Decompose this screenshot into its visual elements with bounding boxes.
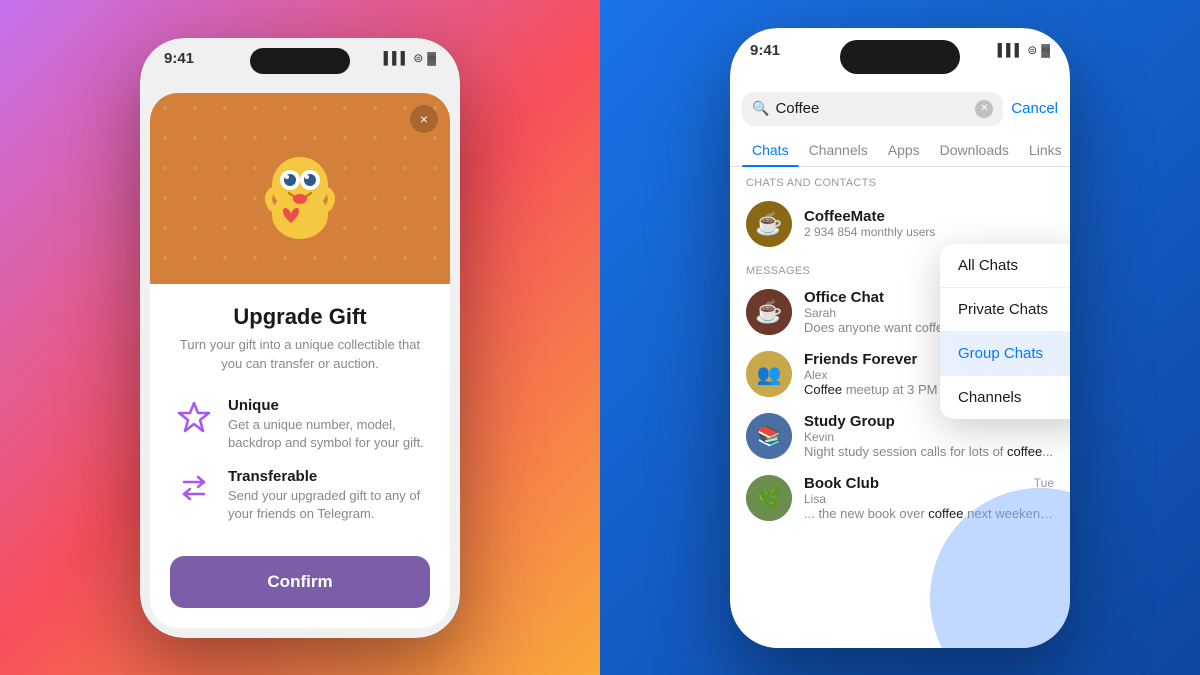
tab-downloads[interactable]: Downloads <box>930 134 1019 166</box>
chat-name-coffeemate: CoffeeMate <box>804 208 1054 225</box>
filter-dropdown: All Chats Private Chats Group Chats Chan… <box>940 244 1070 419</box>
close-icon: × <box>420 111 428 127</box>
gift-modal: × <box>150 93 450 628</box>
svg-text:🌿: 🌿 <box>757 486 782 510</box>
status-icons-left: ▌▌▌ ⊜ ▓ <box>384 51 436 65</box>
confirm-button[interactable]: Confirm <box>170 556 430 608</box>
gift-emoji <box>245 143 355 268</box>
wifi-icon-left: ⊜ <box>413 51 423 65</box>
chat-info-study: Study Group Kevin Night study session ca… <box>804 413 1054 459</box>
gift-title-section: Upgrade Gift Turn your gift into a uniqu… <box>150 284 450 380</box>
gift-feature-transferable: Transferable Send your upgraded gift to … <box>174 468 426 523</box>
chat-info-coffeemate: CoffeeMate 2 934 854 monthly users <box>804 208 1054 239</box>
phone-content: 🔍 Coffee ✕ Cancel Chats Channels Ap <box>730 84 1070 648</box>
unique-title: Unique <box>228 397 426 414</box>
chat-name-office: Office Chat <box>804 289 884 306</box>
svg-text:📚: 📚 <box>757 425 782 448</box>
unique-feature-text: Unique Get a unique number, model, backd… <box>228 397 426 452</box>
tab-chats[interactable]: Chats <box>742 134 799 166</box>
battery-icon-left: ▓ <box>427 51 436 65</box>
dropdown-all-chats[interactable]: All Chats <box>940 244 1070 288</box>
gift-feature-unique: Unique Get a unique number, model, backd… <box>174 397 426 452</box>
tab-links[interactable]: Links <box>1019 134 1070 166</box>
avatar-friends: 👥 <box>746 351 792 397</box>
left-panel: 9:41 ▌▌▌ ⊜ ▓ × <box>0 0 600 675</box>
search-cancel-button[interactable]: Cancel <box>1011 100 1058 117</box>
transferable-title: Transferable <box>228 468 426 485</box>
svg-text:👥: 👥 <box>757 364 782 386</box>
avatar-study: 📚 <box>746 413 792 459</box>
tabs-row: Chats Channels Apps Downloads Links <box>730 134 1070 167</box>
search-value: Coffee <box>775 100 969 117</box>
wifi-icon-right: ⊜ <box>1027 43 1037 57</box>
tab-channels[interactable]: Channels <box>799 134 878 166</box>
unique-description: Get a unique number, model, backdrop and… <box>228 416 426 452</box>
battery-icon-right: ▓ <box>1041 43 1050 57</box>
dynamic-island-right <box>840 40 960 74</box>
gift-features: Unique Get a unique number, model, backd… <box>150 381 450 556</box>
right-panel: 9:41 ▌▌▌ ⊜ ▓ 🔍 Coffee ✕ Cancel <box>600 0 1200 675</box>
status-icons-right: ▌▌▌ ⊜ ▓ <box>998 43 1050 57</box>
search-icon: 🔍 <box>752 100 769 117</box>
search-input-wrap[interactable]: 🔍 Coffee ✕ <box>742 92 1003 126</box>
svg-text:☕: ☕ <box>755 298 782 324</box>
dropdown-private-chats[interactable]: Private Chats <box>940 288 1070 332</box>
status-time-left: 9:41 <box>164 50 194 67</box>
tab-apps[interactable]: Apps <box>878 134 930 166</box>
avatar-office: ☕ <box>746 289 792 335</box>
chat-sender-study: Kevin <box>804 430 1054 444</box>
chat-sub-coffeemate: 2 934 854 monthly users <box>804 225 1054 239</box>
status-time-right: 9:41 <box>750 42 780 59</box>
gift-subtitle: Turn your gift into a unique collectible… <box>174 336 426 372</box>
dynamic-island-left <box>250 48 350 74</box>
gift-title: Upgrade Gift <box>174 304 426 330</box>
phone-left: 9:41 ▌▌▌ ⊜ ▓ × <box>140 38 460 638</box>
signal-icon-left: ▌▌▌ <box>384 51 410 65</box>
dropdown-channels[interactable]: Channels <box>940 376 1070 419</box>
transferable-feature-text: Transferable Send your upgraded gift to … <box>228 468 426 523</box>
section-chats-header: CHATS AND CONTACTS <box>730 167 1070 193</box>
dropdown-group-chats[interactable]: Group Chats <box>940 332 1070 376</box>
signal-icon-right: ▌▌▌ <box>998 43 1024 57</box>
avatar-book: 🌿 <box>746 475 792 521</box>
transfer-icon <box>174 468 214 508</box>
chat-preview-study: Night study session calls for lots of co… <box>804 444 1054 459</box>
unique-icon <box>174 397 214 437</box>
gift-header: × <box>150 93 450 285</box>
avatar-coffeemate: ☕ <box>746 201 792 247</box>
gift-close-button[interactable]: × <box>410 105 438 133</box>
search-clear-button[interactable]: ✕ <box>975 100 993 118</box>
phone-right: 9:41 ▌▌▌ ⊜ ▓ 🔍 Coffee ✕ Cancel <box>730 28 1070 648</box>
transferable-description: Send your upgraded gift to any of your f… <box>228 487 426 523</box>
search-bar: 🔍 Coffee ✕ Cancel <box>730 84 1070 134</box>
chat-name-book: Book Club <box>804 475 879 492</box>
